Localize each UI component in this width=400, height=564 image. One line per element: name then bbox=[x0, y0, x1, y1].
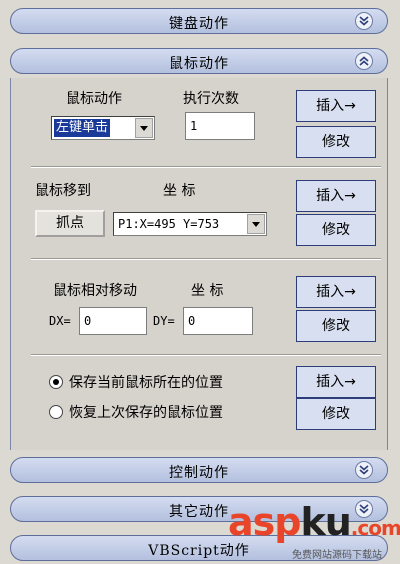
mouse-actions-title: 鼠标动作 bbox=[169, 56, 229, 72]
aspku-watermark-logo: aspku.com bbox=[228, 500, 400, 544]
save-position-label: 保存当前鼠标所在的位置 bbox=[69, 375, 223, 391]
mouse-action-selected-value: 左键单击 bbox=[54, 119, 111, 137]
relative-coord-label: 坐 标 bbox=[191, 283, 224, 299]
keyboard-actions-header[interactable]: 键盘动作 bbox=[10, 8, 388, 34]
modify-mouse-move-button[interactable]: 修改 bbox=[296, 214, 376, 246]
execute-count-label: 执行次数 bbox=[183, 91, 239, 107]
insert-mouse-move-button[interactable]: 插入→ bbox=[296, 180, 376, 212]
save-position-radio[interactable] bbox=[49, 375, 63, 389]
separator bbox=[31, 166, 381, 168]
capture-point-button[interactable]: 抓点 bbox=[35, 210, 105, 237]
restore-position-radio[interactable] bbox=[49, 405, 63, 419]
dropdown-arrow-icon[interactable] bbox=[135, 118, 153, 138]
point-selected-value: P1:X=495 Y=753 bbox=[118, 217, 220, 231]
expand-chevron-icon[interactable] bbox=[355, 12, 373, 30]
control-actions-header[interactable]: 控制动作 bbox=[10, 457, 388, 483]
separator bbox=[31, 258, 381, 260]
mouse-action-select[interactable]: 左键单击 bbox=[51, 116, 155, 140]
restore-position-label: 恢复上次保存的鼠标位置 bbox=[69, 405, 223, 421]
keyboard-actions-title: 键盘动作 bbox=[169, 16, 229, 32]
watermark-subtitle: 免费网站源码下载站 bbox=[292, 550, 382, 561]
dy-label: DY= bbox=[153, 314, 175, 328]
modify-relative-move-button[interactable]: 修改 bbox=[296, 310, 376, 342]
separator bbox=[31, 354, 381, 356]
collapse-chevron-icon[interactable] bbox=[355, 52, 373, 70]
mouse-actions-panel: 鼠标动作 执行次数 左键单击 1 插入→ 修改 鼠标移到 坐 标 抓点 P1:X… bbox=[10, 78, 388, 450]
mouse-action-label: 鼠标动作 bbox=[66, 91, 122, 107]
execute-count-input[interactable]: 1 bbox=[185, 112, 255, 140]
insert-mouse-action-button[interactable]: 插入→ bbox=[296, 90, 376, 122]
control-actions-title: 控制动作 bbox=[169, 465, 229, 481]
expand-chevron-icon[interactable] bbox=[355, 461, 373, 479]
mouse-actions-header[interactable]: 鼠标动作 bbox=[10, 48, 388, 74]
point-select[interactable]: P1:X=495 Y=753 bbox=[113, 212, 267, 236]
dy-input[interactable]: 0 bbox=[183, 307, 253, 335]
relative-move-label: 鼠标相对移动 bbox=[53, 283, 137, 299]
insert-position-button[interactable]: 插入→ bbox=[296, 366, 376, 398]
insert-relative-move-button[interactable]: 插入→ bbox=[296, 276, 376, 308]
dx-input[interactable]: 0 bbox=[79, 307, 147, 335]
dx-label: DX= bbox=[49, 314, 71, 328]
dropdown-arrow-icon[interactable] bbox=[247, 214, 265, 234]
move-coord-label: 坐 标 bbox=[163, 183, 196, 199]
modify-position-button[interactable]: 修改 bbox=[296, 398, 376, 430]
modify-mouse-action-button[interactable]: 修改 bbox=[296, 126, 376, 158]
mouse-move-label: 鼠标移到 bbox=[35, 183, 91, 199]
